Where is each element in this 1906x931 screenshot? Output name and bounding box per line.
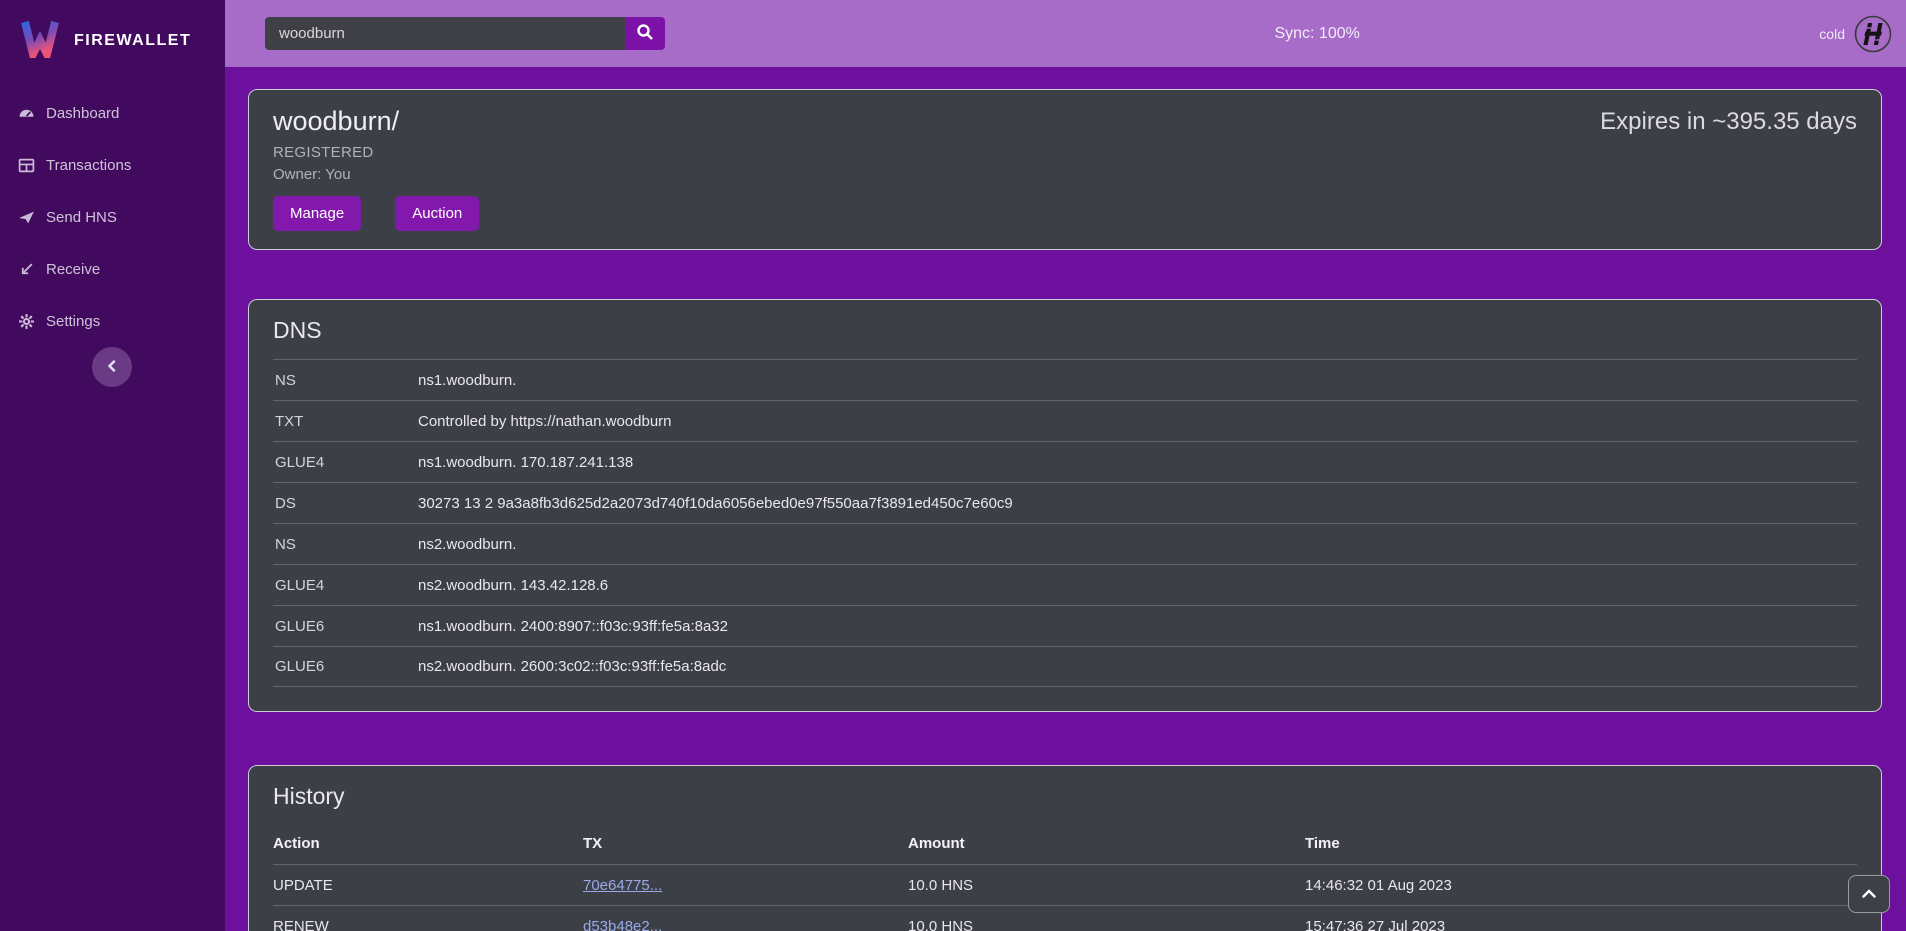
dns-record-value: ns2.woodburn. 143.42.128.6 — [418, 577, 608, 594]
transactions-table-icon — [18, 157, 35, 174]
history-col-amount: Amount — [908, 835, 1305, 852]
history-card-title: History — [273, 783, 1857, 810]
auction-button[interactable]: Auction — [395, 196, 479, 231]
dns-record-type: NS — [273, 536, 418, 553]
dns-record-value: ns2.woodburn. 2600:3c02::f03c:93ff:fe5a:… — [418, 658, 726, 675]
dns-record-row: DS 30273 13 2 9a3a8fb3d625d2a2073d740f10… — [273, 482, 1857, 523]
firewallet-app: FIREWALLET Dashboard Transactions Send H… — [0, 0, 1906, 931]
dns-record-row: GLUE4 ns1.woodburn. 170.187.241.138 — [273, 441, 1857, 482]
receive-arrow-icon — [18, 261, 35, 278]
handshake-hns-logo-icon — [1854, 15, 1892, 53]
history-time: 15:47:36 27 Jul 2023 — [1305, 918, 1857, 931]
dns-card-title: DNS — [273, 317, 1857, 344]
sidebar-item-label: Receive — [46, 261, 100, 278]
dns-record-row: GLUE6 ns1.woodburn. 2400:8907::f03c:93ff… — [273, 605, 1857, 646]
sidebar-collapse-button[interactable] — [92, 347, 132, 387]
history-card: History Action TX Amount Time UPDATE 70e… — [248, 765, 1882, 931]
history-col-action: Action — [273, 835, 583, 852]
sidebar-item-label: Transactions — [46, 157, 131, 174]
dns-card: DNS NS ns1.woodburn. TXT Controlled by h… — [248, 299, 1882, 712]
dns-record-type: GLUE4 — [273, 454, 418, 471]
dns-record-value: ns1.woodburn. 170.187.241.138 — [418, 454, 633, 471]
page-content: woodburn/ REGISTERED Owner: You Manage A… — [225, 67, 1906, 931]
brand-name: FIREWALLET — [74, 32, 191, 50]
dns-record-row: NS ns2.woodburn. — [273, 523, 1857, 564]
main-column: Sync: 100% cold woodburn/ — [225, 0, 1906, 931]
dns-record-value: ns1.woodburn. 2400:8907::f03c:93ff:fe5a:… — [418, 618, 728, 635]
send-plane-icon — [18, 209, 35, 226]
dns-record-type: NS — [273, 372, 418, 389]
wallet-mode-label: cold — [1819, 26, 1845, 42]
dns-record-row: GLUE4 ns2.woodburn. 143.42.128.6 — [273, 564, 1857, 605]
history-col-time: Time — [1305, 835, 1857, 852]
tx-hash-link[interactable]: d53b48e2... — [583, 918, 662, 931]
search-bar — [265, 17, 665, 50]
search-icon — [636, 23, 654, 44]
sidebar-nav: Dashboard Transactions Send HNS Receive — [0, 87, 225, 347]
dns-record-type: GLUE6 — [273, 658, 418, 675]
history-action: RENEW — [273, 918, 583, 931]
chevron-up-icon — [1862, 887, 1876, 902]
dns-record-type: GLUE4 — [273, 577, 418, 594]
sidebar: FIREWALLET Dashboard Transactions Send H… — [0, 0, 225, 931]
tx-hash-link[interactable]: 70e64775... — [583, 877, 662, 894]
history-table: Action TX Amount Time UPDATE 70e64775...… — [273, 823, 1857, 931]
dns-record-value: ns2.woodburn. — [418, 536, 516, 553]
dns-record-row: NS ns1.woodburn. — [273, 359, 1857, 400]
history-amount: 10.0 HNS — [908, 918, 1305, 931]
sidebar-item-send-hns[interactable]: Send HNS — [0, 191, 225, 243]
history-action: UPDATE — [273, 877, 583, 894]
domain-actions: Manage Auction — [273, 196, 1857, 231]
firewallet-logo-icon — [18, 18, 62, 63]
sync-status: Sync: 100% — [1124, 25, 1359, 43]
manage-button[interactable]: Manage — [273, 196, 361, 231]
history-table-row: RENEW d53b48e2... 10.0 HNS 15:47:36 27 J… — [273, 905, 1857, 931]
domain-expiry-text: Expires in ~395.35 days — [1600, 108, 1857, 136]
domain-owner-label: Owner: You — [273, 166, 1857, 183]
sidebar-item-label: Send HNS — [46, 209, 117, 226]
domain-summary-card: woodburn/ REGISTERED Owner: You Manage A… — [248, 89, 1882, 250]
sidebar-item-dashboard[interactable]: Dashboard — [0, 87, 225, 139]
history-col-tx: TX — [583, 835, 908, 852]
sidebar-item-label: Dashboard — [46, 105, 119, 122]
history-time: 14:46:32 01 Aug 2023 — [1305, 877, 1857, 894]
dns-record-value: ns1.woodburn. — [418, 372, 516, 389]
dns-record-row: TXT Controlled by https://nathan.woodbur… — [273, 400, 1857, 441]
dns-record-type: TXT — [273, 413, 418, 430]
dns-record-row: GLUE6 ns2.woodburn. 2600:3c02::f03c:93ff… — [273, 646, 1857, 687]
sidebar-item-settings[interactable]: Settings — [0, 295, 225, 347]
chevron-left-icon — [106, 360, 118, 375]
dns-record-value: Controlled by https://nathan.woodburn — [418, 413, 672, 430]
dns-record-value: 30273 13 2 9a3a8fb3d625d2a2073d740f10da6… — [418, 495, 1013, 512]
sidebar-item-transactions[interactable]: Transactions — [0, 139, 225, 191]
scroll-to-top-button[interactable] — [1848, 875, 1890, 913]
sidebar-item-label: Settings — [46, 313, 100, 330]
history-amount: 10.0 HNS — [908, 877, 1305, 894]
domain-status-label: REGISTERED — [273, 144, 1857, 161]
dns-record-type: DS — [273, 495, 418, 512]
brand: FIREWALLET — [0, 0, 225, 67]
search-button[interactable] — [625, 17, 665, 50]
topbar: Sync: 100% cold — [225, 0, 1906, 67]
dashboard-gauge-icon — [18, 105, 35, 122]
search-input[interactable] — [265, 17, 625, 50]
sidebar-item-receive[interactable]: Receive — [0, 243, 225, 295]
history-table-header: Action TX Amount Time — [273, 823, 1857, 864]
dns-record-type: GLUE6 — [273, 618, 418, 635]
settings-gear-icon — [18, 313, 35, 330]
dns-records-table: NS ns1.woodburn. TXT Controlled by https… — [273, 359, 1857, 687]
wallet-indicator[interactable]: cold — [1819, 15, 1892, 53]
history-table-row: UPDATE 70e64775... 10.0 HNS 14:46:32 01 … — [273, 864, 1857, 905]
